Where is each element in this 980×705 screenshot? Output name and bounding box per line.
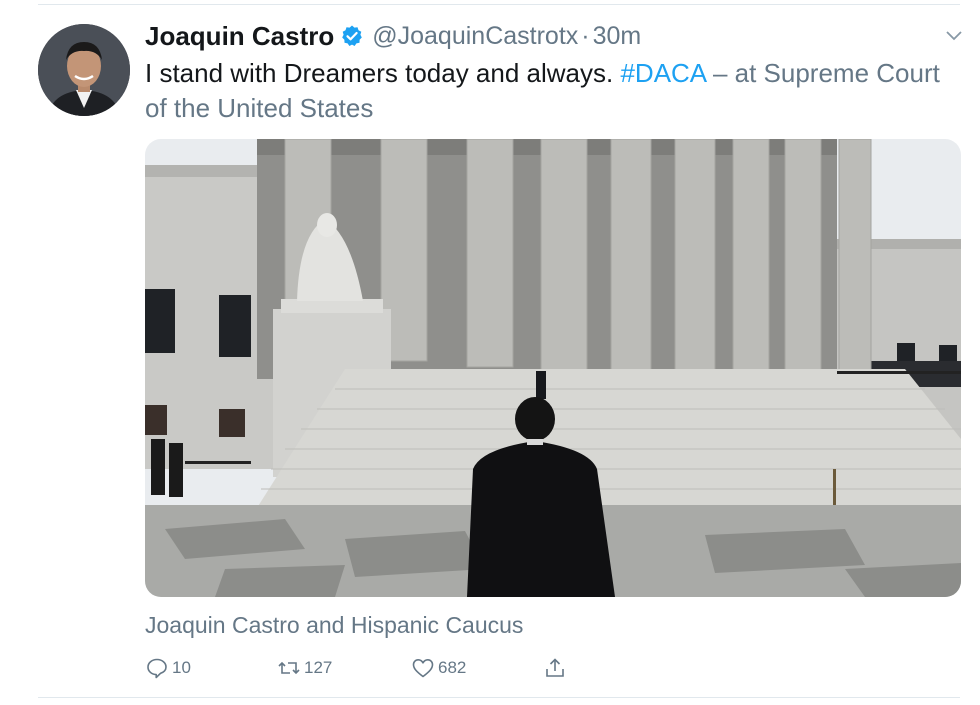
avatar[interactable] xyxy=(38,24,130,116)
top-divider xyxy=(38,4,960,5)
retweet-icon xyxy=(278,661,300,675)
tweet-header: Joaquin Castro @JoaquinCastrotx · 30m xyxy=(145,18,641,54)
tweet-timestamp[interactable]: 30m xyxy=(593,22,642,51)
retweet-count: 127 xyxy=(304,658,333,677)
reply-button[interactable]: 10 xyxy=(145,654,191,682)
tweet-photo[interactable] xyxy=(145,139,961,597)
like-button[interactable]: 682 xyxy=(411,654,466,682)
author-handle[interactable]: @JoaquinCastrotx xyxy=(372,22,578,51)
hashtag-link[interactable]: #DACA xyxy=(620,58,705,88)
reply-icon xyxy=(147,658,167,679)
share-icon xyxy=(546,658,564,677)
bottom-divider xyxy=(38,697,960,698)
share-button[interactable] xyxy=(543,654,567,682)
author-name[interactable]: Joaquin Castro xyxy=(145,21,334,52)
like-count: 682 xyxy=(438,658,467,677)
chevron-down-icon[interactable] xyxy=(944,28,964,42)
retweet-button[interactable]: 127 xyxy=(277,654,332,682)
reply-count: 10 xyxy=(172,658,191,677)
tweet-body-text: I stand with Dreamers today and always. xyxy=(145,58,621,88)
verified-badge-icon xyxy=(342,25,363,46)
tweet-text: I stand with Dreamers today and always. … xyxy=(145,56,965,126)
heart-icon xyxy=(412,659,434,678)
separator-dot: · xyxy=(581,21,590,50)
tagged-users[interactable]: Joaquin Castro and Hispanic Caucus xyxy=(145,612,523,639)
